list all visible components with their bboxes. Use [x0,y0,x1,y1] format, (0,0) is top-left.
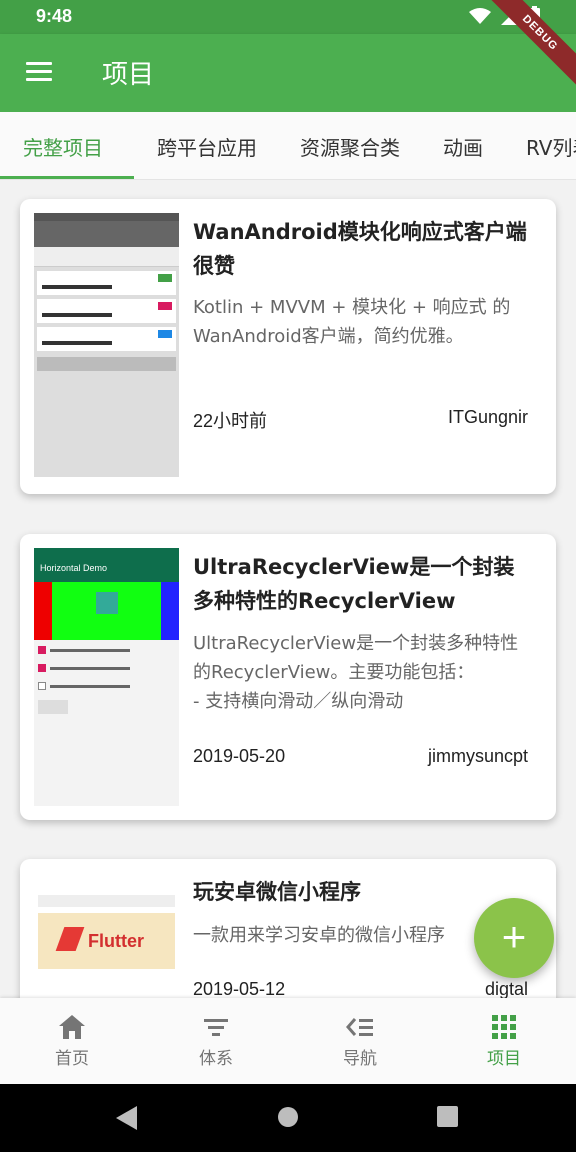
app-bar: 项目 [0,34,576,112]
project-title: UltraRecyclerView是一个封装多种特性的RecyclerView [193,555,515,613]
tab-full-projects[interactable]: 完整项目 [23,132,103,161]
project-date: 22小时前 [193,411,268,431]
project-thumbnail [34,213,179,477]
apps-grid-icon [432,1012,576,1042]
project-title: 玩安卓微信小程序 [193,880,361,904]
nav-item-home[interactable]: 首页 [0,998,144,1084]
bottom-navigation: 首页 体系 导航 项目 [0,998,576,1084]
nav-item-navigation[interactable]: 导航 [288,998,432,1084]
page-title: 项目 [102,60,155,90]
project-author: ITGungnir [447,407,528,427]
plus-icon: + [501,913,527,960]
project-description: UltraRecyclerView是一个封装多种特性的RecyclerView。… [193,633,519,712]
tab-cross-platform[interactable]: 跨平台应用 [157,132,257,161]
tab-resource-aggregation[interactable]: 资源聚合类 [300,132,400,161]
thumbnail-caption: Horizontal Demo [40,563,108,573]
navigation-list-icon [288,1012,432,1042]
project-thumbnail: Horizontal Demo [34,548,179,806]
nav-label: 体系 [199,1049,233,1069]
nav-item-system[interactable]: 体系 [144,998,288,1084]
recents-icon[interactable] [437,1106,458,1127]
tab-bar: 完整项目 跨平台应用 资源聚合类 动画 RV列表 [0,112,576,180]
project-title: WanAndroid模块化响应式客户端很赞 [193,220,527,278]
project-card[interactable]: WanAndroid模块化响应式客户端很赞 Kotlin + MVVM + 模块… [20,199,556,494]
project-card[interactable]: Horizontal Demo UltraRecyclerView是一个封装多种… [20,534,556,820]
filter-list-icon [144,1012,288,1042]
add-button[interactable]: + [474,898,554,978]
status-bar: 9:48 [0,0,576,34]
tab-animation[interactable]: 动画 [443,132,483,161]
project-author: digtal [484,979,528,999]
tab-rv-list[interactable]: RV列表 [526,132,576,161]
status-time: 9:48 [36,6,73,26]
project-description: Kotlin + MVVM + 模块化 + 响应式 的WanAndroid客户端… [193,297,511,347]
nav-label: 项目 [487,1049,521,1069]
menu-icon[interactable] [26,62,52,82]
wifi-icon [469,8,491,24]
project-author: jimmysuncpt [427,746,528,766]
back-icon[interactable] [116,1106,138,1130]
system-navigation-bar [0,1084,576,1152]
project-date: 2019-05-20 [193,746,286,766]
home-circle-icon[interactable] [277,1106,299,1128]
tab-indicator [0,176,134,179]
nav-label: 导航 [343,1049,377,1069]
thumbnail-caption: Flutter [88,931,144,951]
nav-label: 首页 [55,1049,89,1069]
nav-item-projects[interactable]: 项目 [432,998,576,1084]
project-date: 2019-05-12 [193,979,286,999]
home-icon [0,1012,144,1042]
